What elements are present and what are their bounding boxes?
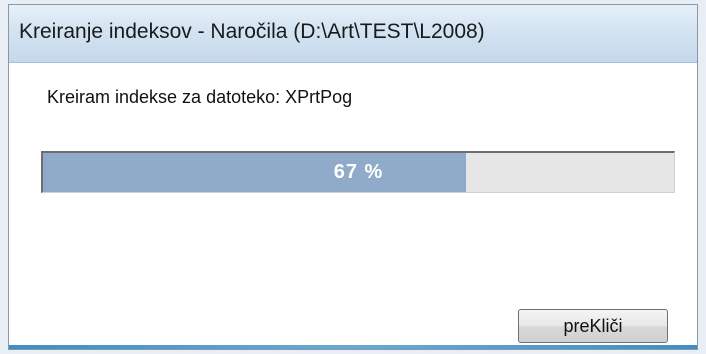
dialog-content: Kreiram indekse za datoteko: XPrtPog 67 … <box>9 63 697 349</box>
window-title: Kreiranje indeksov - Naročila (D:\Art\TE… <box>19 20 485 43</box>
cancel-button[interactable]: preKliči <box>518 309 668 343</box>
status-message: Kreiram indekse za datoteko: XPrtPog <box>47 87 353 107</box>
progress-dialog-window: Kreiranje indeksov - Naročila (D:\Art\TE… <box>8 4 698 350</box>
title-bar[interactable]: Kreiranje indeksov - Naročila (D:\Art\TE… <box>9 5 697 63</box>
window-bottom-edge <box>9 345 697 349</box>
progress-percent-label: 67 % <box>333 161 384 183</box>
progress-bar: 67 % <box>41 151 675 193</box>
